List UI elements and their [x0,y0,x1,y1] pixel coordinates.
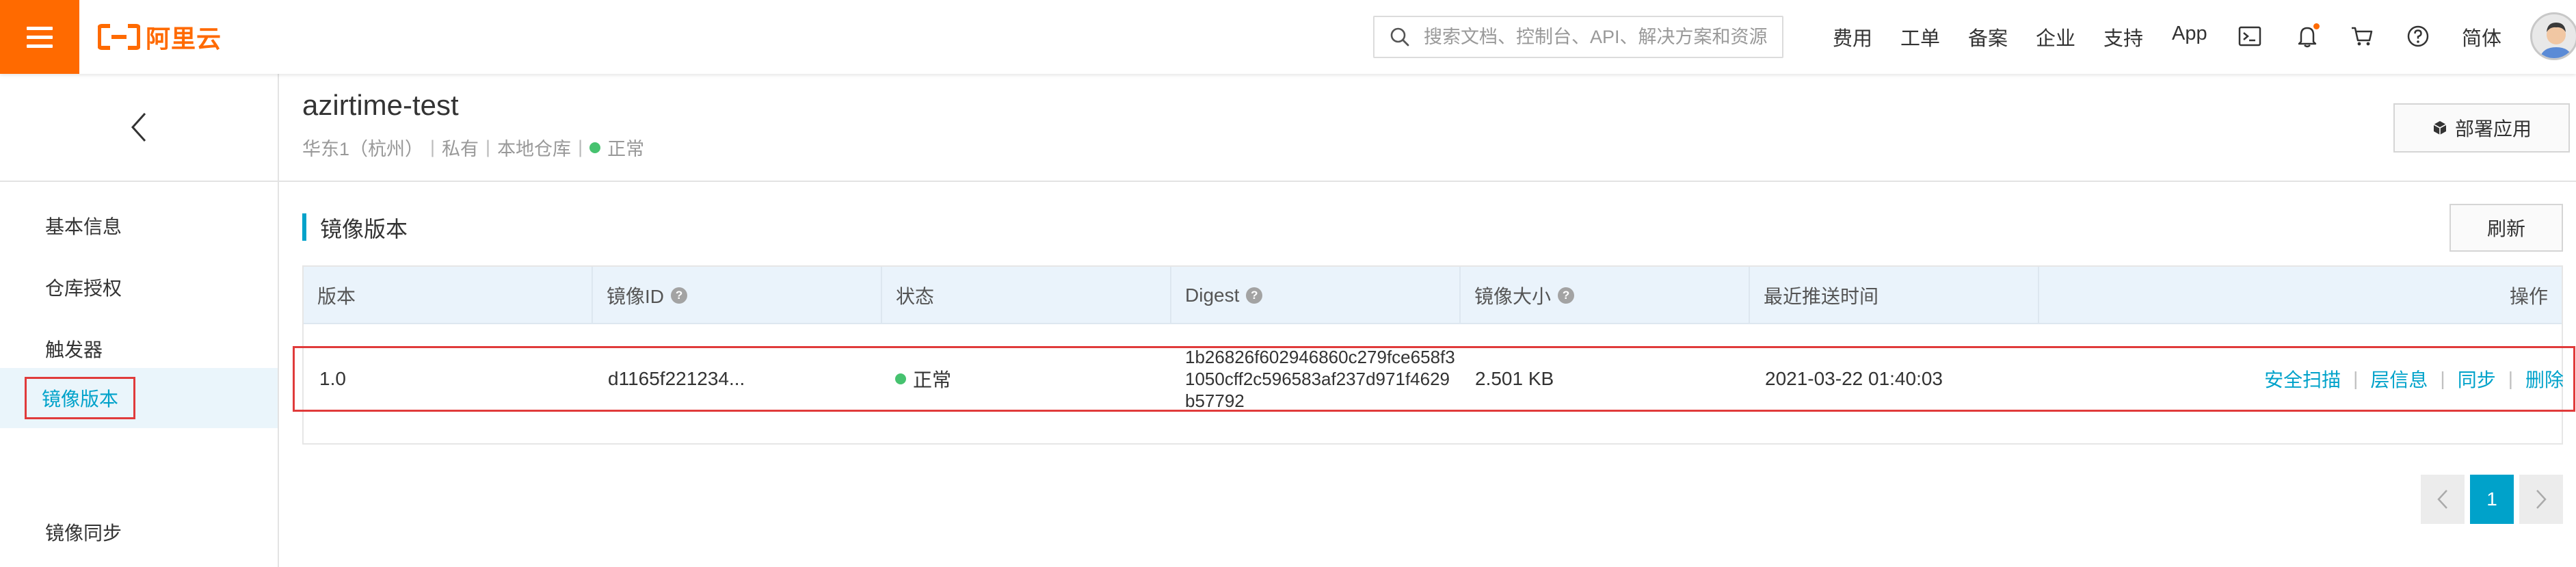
column-header-label: 版本 [317,286,356,307]
pagination: 1 [2421,475,2563,524]
cell-image-id: d1165f221234... [608,368,745,389]
column-header-label: 最近推送时间 [1764,286,1879,307]
terminal-icon[interactable] [2236,23,2263,50]
delete-link[interactable]: 删除 [2525,365,2564,393]
sidebar-item-image-sync[interactable]: 镜像同步 [0,502,278,562]
sidebar-item-label: 基本信息 [45,216,122,237]
help-icon[interactable]: ? [1558,287,1575,304]
nav-billing[interactable]: 费用 [1833,23,1872,51]
section-title-accent [302,213,306,241]
refresh-button[interactable]: 刷新 [2449,204,2563,252]
status-dot [589,142,601,153]
column-header-size: 镜像大小 ? [1461,267,1750,324]
column-header-label: 镜像大小 [1474,286,1552,307]
chevron-left-icon [2437,490,2447,509]
column-header-label: 操作 [2509,286,2548,307]
help-icon[interactable]: ? [1246,287,1263,304]
image-version-table: 版本 镜像ID ? 状态 Digest ? 镜像大小 ? 最近推送时间 操作 1… [293,265,2575,445]
security-scan-link[interactable]: 安全扫描 [2264,365,2341,393]
back-button[interactable] [0,74,278,182]
table-header: 版本 镜像ID ? 状态 Digest ? 镜像大小 ? 最近推送时间 操作 [304,267,2562,324]
column-header-pushed-at: 最近推送时间 [1750,267,2039,324]
cell-size: 2.501 KB [1475,368,1554,389]
cell-digest: 1b26826f602946860c279fce658f31050cff2c59… [1185,347,1459,411]
prev-page-button[interactable] [2421,475,2465,524]
divider: | [2353,368,2359,389]
nav-icp[interactable]: 备案 [1968,23,2008,51]
sidebar-item-label: 触发器 [45,339,103,360]
repo-region: 华东1（杭州） [302,139,424,159]
chevron-right-icon [2536,490,2547,509]
nav-support[interactable]: 支持 [2103,23,2143,51]
repo-status: 正常 [607,139,645,159]
nav-app[interactable]: App [2172,23,2207,45]
column-header-label: Digest [1185,285,1240,306]
row-actions: 安全扫描 | 层信息 | 同步 | 删除 [2264,348,2564,410]
deploy-app-button[interactable]: 部署应用 [2393,103,2570,153]
sidebar-item-repo-auth[interactable]: 仓库授权 [0,257,278,317]
cell-version: 1.0 [319,368,346,389]
sync-link[interactable]: 同步 [2458,365,2496,393]
deploy-app-label: 部署应用 [2454,118,2532,140]
page-title: azirtime-test [302,89,459,121]
logo-text: 阿里云 [146,25,222,53]
status-dot [895,373,906,384]
nav-ticket[interactable]: 工单 [1900,23,1940,51]
nav-enterprise[interactable]: 企业 [2036,23,2075,51]
aliyun-logo-mark [98,24,140,50]
aliyun-logo[interactable]: 阿里云 [98,19,222,55]
table-row: 1.0 d1165f221234... 正常 1b26826f602946860… [293,346,2575,412]
cube-icon [2433,121,2447,135]
search-icon [1390,27,1409,47]
help-icon[interactable] [2404,23,2432,50]
notification-dot [2313,23,2320,29]
cell-pushed-at: 2021-03-22 01:40:03 [1765,368,1943,389]
sidebar-item-label: 仓库授权 [45,278,122,299]
search-box[interactable] [1373,16,1783,58]
top-navbar: 阿里云 费用 工单 备案 企业 支持 App [0,0,2576,74]
divider: | [2508,368,2513,389]
repo-header: azirtime-test 华东1（杭州） | 私有 | 本地仓库 | 正常 部… [279,74,2576,182]
column-header-label: 镜像ID [607,286,665,307]
cart-icon[interactable] [2348,23,2376,50]
divider: | [2440,368,2445,389]
column-header-actions: 操作 [2039,267,2562,324]
help-icon[interactable]: ? [671,287,688,304]
chevron-left-icon [131,112,146,142]
menu-icon[interactable] [0,0,79,74]
avatar[interactable] [2530,12,2576,60]
column-header-image-id: 镜像ID ? [593,267,882,324]
repo-meta: 华东1（杭州） | 私有 | 本地仓库 | 正常 [302,134,644,161]
status-text: 正常 [913,369,952,391]
column-header-digest: Digest ? [1171,267,1461,324]
layer-info-link[interactable]: 层信息 [2370,365,2428,393]
section-title: 镜像版本 [320,217,408,241]
divider: | [430,137,436,157]
sidebar-item-label: 镜像同步 [45,523,122,544]
column-header-version: 版本 [304,267,593,324]
cell-status: 正常 [895,348,951,410]
next-page-button[interactable] [2519,475,2563,524]
language-switch[interactable]: 简体 [2462,23,2501,51]
sidebar-item-image-versions[interactable]: 镜像版本 [0,368,278,428]
sidebar-item-basic-info[interactable]: 基本信息 [0,196,278,256]
bell-icon[interactable] [2294,23,2321,50]
digest-text: 1b26826f602946860c279fce658f31050cff2c59… [1185,347,1455,411]
search-input[interactable] [1422,25,1778,49]
sidebar-item-label: 镜像版本 [25,377,136,419]
page-1-button[interactable]: 1 [2470,475,2514,524]
divider: | [486,137,491,157]
column-header-status: 状态 [882,267,1171,324]
repo-source: 本地仓库 [497,139,572,159]
column-header-label: 状态 [896,286,935,307]
divider: | [578,137,583,157]
repo-visibility: 私有 [442,139,479,159]
sidebar: 基本信息 仓库授权 触发器 镜像版本 镜像同步 [0,74,279,567]
